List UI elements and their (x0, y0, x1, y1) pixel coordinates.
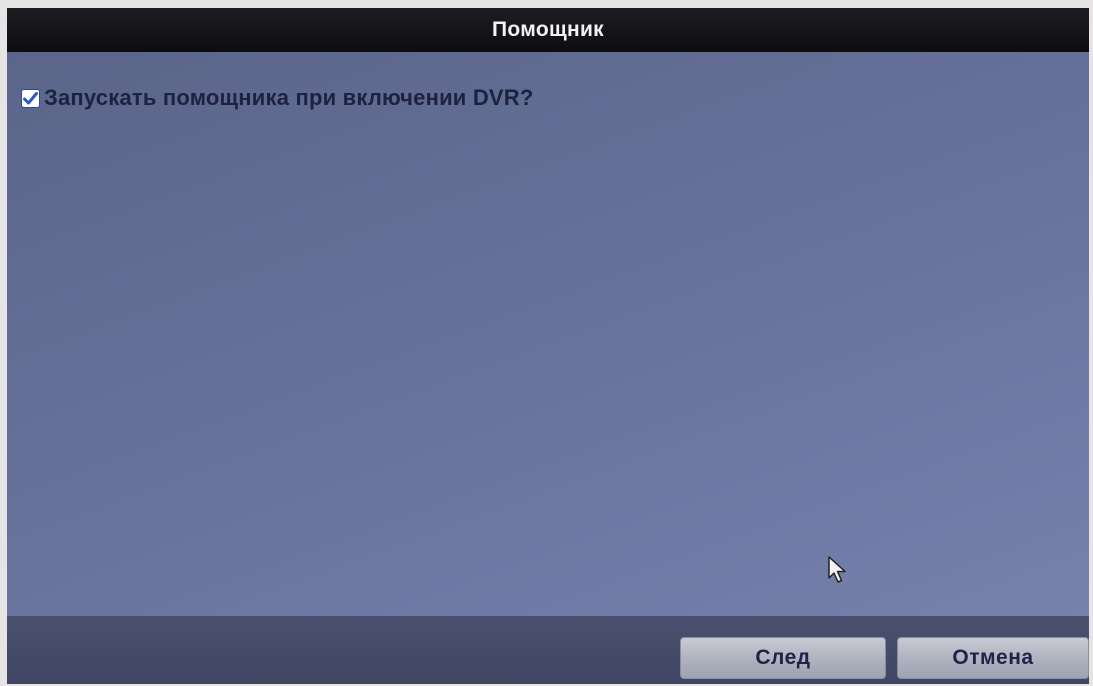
mouse-pointer-icon (828, 556, 846, 583)
dvr-screen: Помощник Запускать помощника при включен… (0, 0, 1093, 686)
start-wizard-option[interactable]: Запускать помощника при включении DVR? (21, 85, 534, 111)
cancel-button[interactable]: Отмена (897, 637, 1089, 679)
dialog-titlebar: Помощник (7, 8, 1089, 52)
wizard-dialog: Помощник Запускать помощника при включен… (7, 8, 1089, 684)
start-wizard-label[interactable]: Запускать помощника при включении DVR? (44, 85, 534, 111)
dialog-footer: След Отмена (7, 616, 1089, 684)
checkbox-checked-icon[interactable] (21, 88, 40, 108)
dialog-title: Помощник (492, 18, 604, 41)
next-button[interactable]: След (680, 637, 886, 679)
